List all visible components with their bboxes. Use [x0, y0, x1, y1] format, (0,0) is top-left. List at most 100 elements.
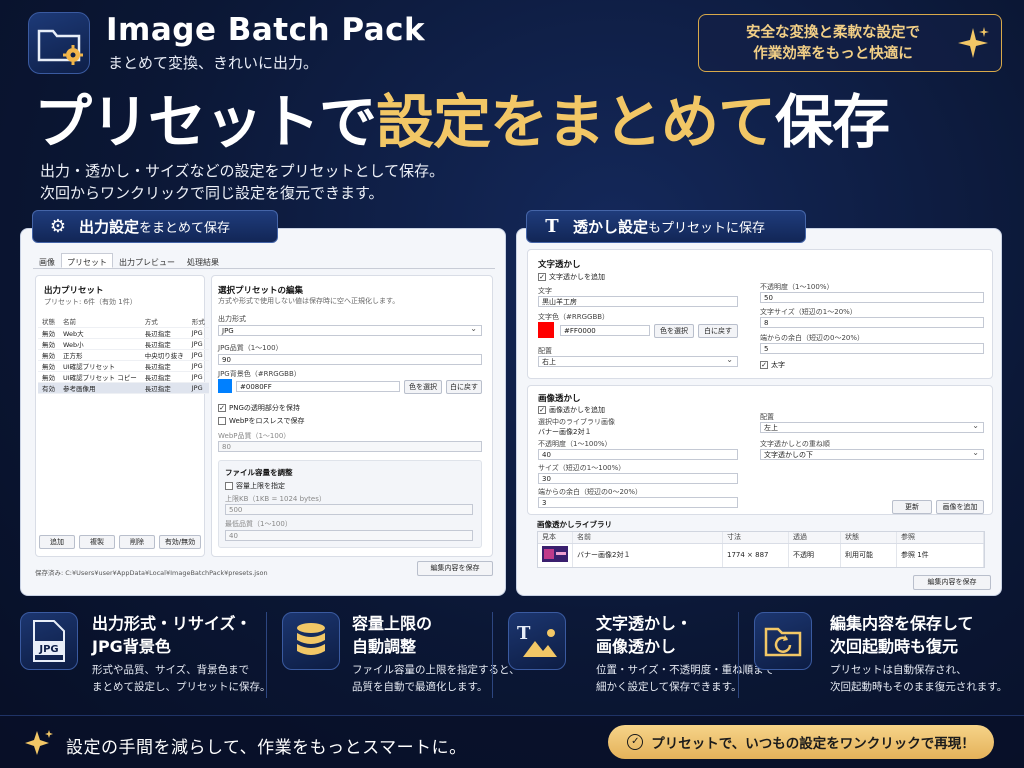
jpg-quality-input[interactable]: 90 [218, 354, 482, 365]
feature-title-line2: 自動調整 [352, 637, 417, 656]
img-margin-label: 端からの余白（短辺の0〜20%） [538, 488, 643, 496]
img-position-select[interactable]: 左上 [760, 421, 984, 433]
left-save-button[interactable]: 編集内容を保存 [417, 561, 493, 576]
size-limit-checkbox[interactable]: 容量上限を指定 [225, 481, 285, 491]
feature-text-line1: ファイル容量の上限を指定すると、 [352, 664, 520, 676]
library-table: 見本 名前 寸法 透過 状態 参照 バナー画像2対１ 1774 × 887 不透明 利用可… [538, 532, 984, 567]
editor-note: 方式や形式で使用しない値は保存時に空へ正規化します。 [218, 297, 400, 305]
update-button[interactable]: 更新 [892, 500, 932, 514]
text-enable-label: 文字透かしを追加 [549, 273, 605, 281]
text-margin-input[interactable]: 5 [760, 343, 984, 354]
text-reset-white-button[interactable]: 白に戻す [698, 324, 738, 338]
font-size-input[interactable]: 8 [760, 317, 984, 328]
feature-text-line2: 品質を自動で最適化します。 [352, 681, 488, 693]
text-margin-label: 端からの余白（短辺の0〜20%） [760, 334, 865, 342]
image-watermark-title: 画像透かし [538, 394, 581, 404]
delete-preset-button[interactable]: 削除 [119, 535, 155, 549]
jpg-pick-color-button[interactable]: 色を選択 [404, 380, 442, 394]
library-selected-value: バナー画像2対１ [538, 428, 592, 436]
library-status: 利用可能 [840, 543, 897, 567]
app-title: Image Batch Pack [106, 12, 426, 48]
watermark-settings-tag: T 透かし設定 もプリセットに保存 [526, 210, 806, 243]
image-watermark-enable[interactable]: ✓ 画像透かしを追加 [538, 405, 605, 415]
add-image-button[interactable]: 画像を追加 [936, 500, 984, 514]
preset-row[interactable]: 無効 Web大 長辺指定 JPG [38, 327, 209, 339]
preset-column-header: 形式 [187, 316, 209, 328]
footer-text: 設定の手間を減らして、作業をもっとスマートに。 [66, 738, 467, 758]
img-opacity-input[interactable]: 40 [538, 449, 738, 460]
preset-method: 長辺指定 [140, 382, 188, 394]
library-table-wrap: 見本 名前 寸法 透過 状態 参照 バナー画像2対１ 1774 × 887 不透明 利用可… [537, 531, 985, 568]
text-label: 文字 [538, 287, 552, 295]
library-column-header: 参照 [896, 532, 984, 544]
image-enable-label: 画像透かしを追加 [549, 406, 605, 414]
text-pick-color-button[interactable]: 色を選択 [654, 324, 694, 338]
library-column-header: 見本 [538, 532, 573, 544]
font-size-label: 文字サイズ（短辺の1〜20%） [760, 308, 857, 316]
webp-lossless-checkbox[interactable]: WebPをロスレスで保存 [218, 416, 304, 426]
headline-highlight: 設定をまとめて [376, 88, 776, 156]
jpg-bg-input[interactable]: #0080FF [236, 381, 400, 392]
add-preset-button[interactable]: 追加 [39, 535, 75, 549]
preset-row[interactable]: 無効 UI確認プリセット 長辺指定 JPG [38, 360, 209, 372]
watermark-settings-panel: 文字透かし ✓ 文字透かしを追加 文字 黒山羊工房 文字色（#RRGGBB） #F… [516, 228, 1002, 596]
preset-format: JPG [187, 338, 209, 350]
text-color-input[interactable]: #FF0000 [560, 325, 650, 336]
size-limit-kb-label: 上限KB（1KB = 1024 bytes） [225, 495, 326, 503]
right-save-button[interactable]: 編集内容を保存 [913, 575, 991, 590]
preset-row[interactable]: 無効 正方形 中央切り抜き JPG [38, 349, 209, 361]
preset-status: 無効 [38, 349, 59, 361]
library-row[interactable]: バナー画像2対１ 1774 × 887 不透明 利用可能 参照 1件 [538, 543, 984, 567]
jpg-bg-label: JPG背景色（#RRGGBB） [218, 370, 301, 378]
text-color-label: 文字色（#RRGGBB） [538, 313, 610, 321]
preset-row[interactable]: 有効 参考画像用 長辺指定 JPG [38, 382, 209, 394]
folder-gear-icon [37, 29, 83, 65]
tab-1[interactable]: プリセット [61, 253, 113, 268]
tag-rest: もプリセットに保存 [648, 221, 766, 236]
png-keep-alpha-checkbox[interactable]: ✓ PNGの透明部分を保持 [218, 403, 300, 413]
img-size-input[interactable]: 30 [538, 473, 738, 484]
overlap-order-select[interactable]: 文字透かしの下 [760, 448, 984, 460]
opacity-label: 不透明度（1〜100%） [760, 283, 834, 291]
bold-checkbox[interactable]: ✓ 太字 [760, 360, 785, 370]
text-watermark-enable[interactable]: ✓ 文字透かしを追加 [538, 272, 605, 282]
feature-text-line1: 形式や品質、サイズ、背景色まで [92, 664, 250, 676]
preset-method: 長辺指定 [140, 338, 188, 350]
library-alpha: 不透明 [788, 543, 841, 567]
library-table-header: 見本 名前 寸法 透過 状態 参照 [538, 532, 984, 544]
text-position-label: 配置 [538, 347, 552, 355]
duplicate-preset-button[interactable]: 複製 [79, 535, 115, 549]
tab-0[interactable]: 画像 [33, 253, 61, 268]
webp-quality-input[interactable]: 80 [218, 441, 482, 452]
preset-row[interactable]: 無効 UI確認プリセット コピー 長辺指定 JPG [38, 371, 209, 383]
min-quality-input[interactable]: 40 [225, 530, 473, 541]
feature-text-line2: 次回起動時もそのまま復元されます。 [830, 681, 1008, 693]
text-color-swatch[interactable] [538, 322, 554, 338]
headline-part1: プリセットで [34, 88, 377, 156]
library-selected-label: 選択中のライブラリ画像 [538, 418, 615, 426]
jpg-reset-white-button[interactable]: 白に戻す [446, 380, 482, 394]
format-select[interactable]: JPG [218, 324, 482, 336]
text-input[interactable]: 黒山羊工房 [538, 296, 738, 307]
jpg-bg-swatch[interactable] [218, 379, 232, 393]
tag-rest: をまとめて保存 [139, 221, 231, 236]
preset-format: JPG [187, 349, 209, 361]
feature-divider [492, 612, 493, 698]
text-position-select[interactable]: 右上 [538, 355, 738, 367]
footer-pill-text: プリセットで、いつもの設定をワンクリックで再現！ [651, 736, 975, 752]
preset-column-header: 状態 [38, 316, 59, 328]
banner-thumbnail-icon [542, 546, 568, 563]
toggle-preset-button[interactable]: 有効/無効 [159, 535, 201, 549]
tab-2[interactable]: 出力プレビュー [113, 253, 181, 268]
size-limit-input[interactable]: 500 [225, 504, 473, 515]
min-quality-label: 最低品質（1〜100） [225, 520, 292, 528]
webp-lossless-label: WebPをロスレスで保存 [229, 417, 305, 425]
tab-bar: 画像 プリセット 出力プレビュー 処理結果 [33, 253, 495, 269]
preset-format: JPG [187, 327, 209, 339]
size-limit-label: 容量上限を指定 [236, 482, 285, 490]
tab-3[interactable]: 処理結果 [181, 253, 225, 268]
img-margin-input[interactable]: 3 [538, 497, 738, 508]
checkbox-empty-icon [218, 417, 226, 425]
preset-row[interactable]: 無効 Web小 長辺指定 JPG [38, 338, 209, 350]
opacity-input[interactable]: 50 [760, 292, 984, 303]
